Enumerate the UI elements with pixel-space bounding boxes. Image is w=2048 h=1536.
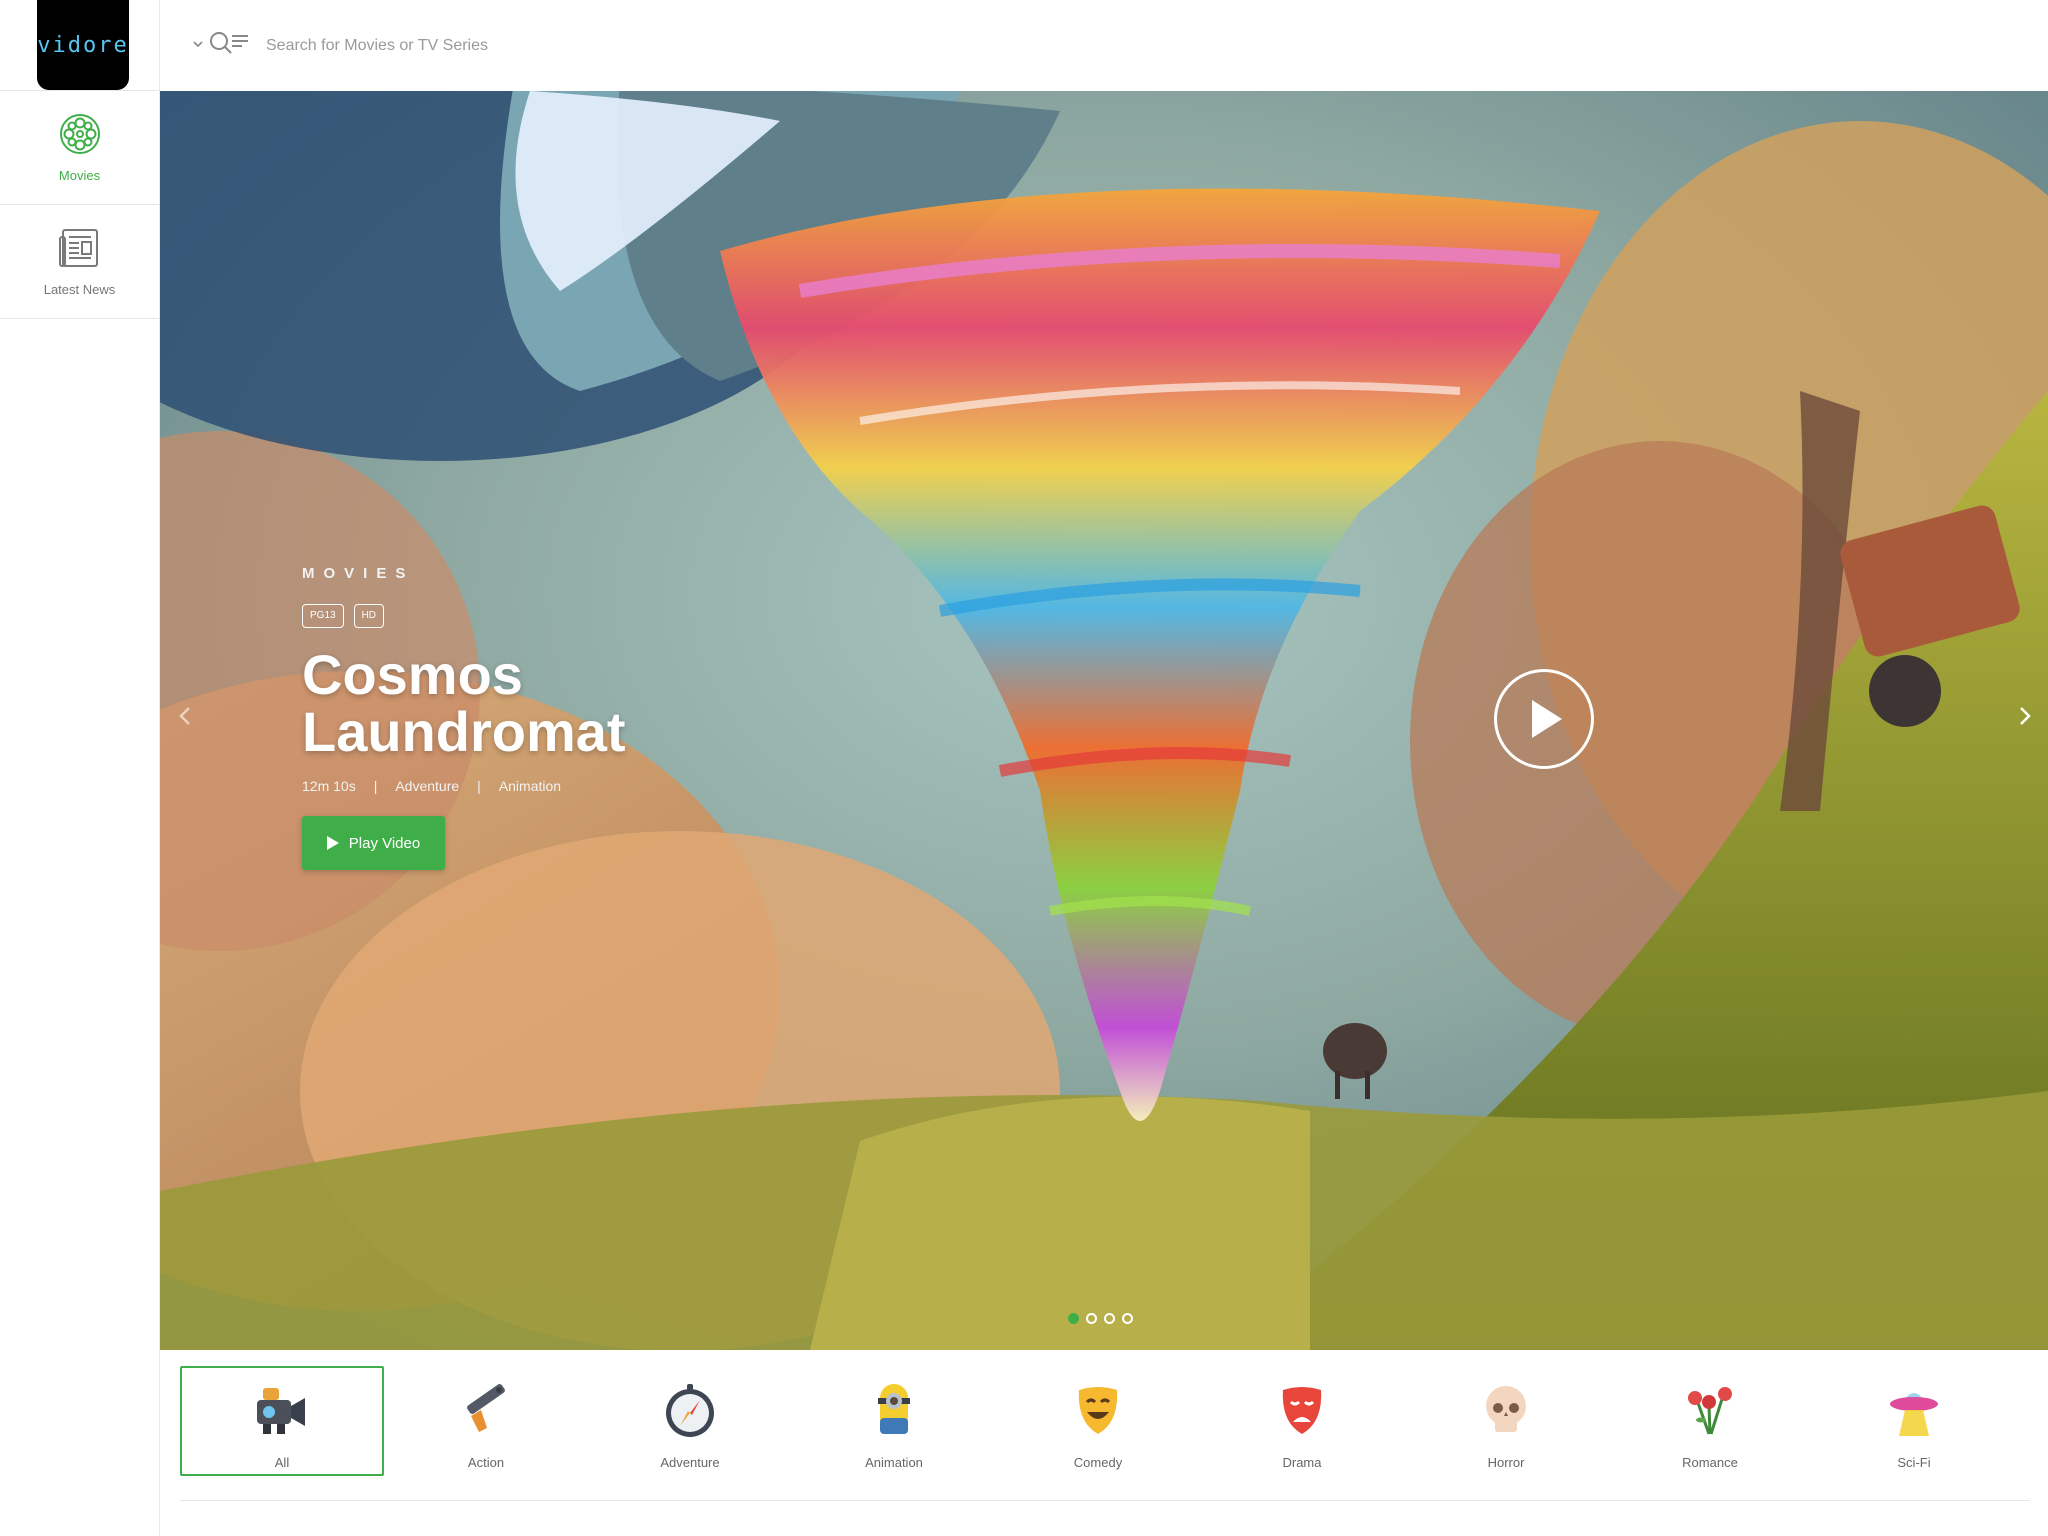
hero-meta: 12m 10s | Adventure | Animation [302,778,1002,794]
genre-filter-bar: All Action Adventure Animation Comedy Dr… [180,1366,2030,1484]
search-filter-dropdown[interactable] [192,30,252,61]
compass-icon [659,1380,721,1447]
roses-icon [1679,1380,1741,1447]
gun-icon [455,1380,517,1447]
hero-content: MOVIES PG13 HD Cosmos Laundromat 12m 10s… [302,565,1002,870]
next-slide-button[interactable] [2010,703,2040,733]
skull-icon [1475,1380,1537,1447]
top-bar [160,0,2048,91]
play-icon [1532,700,1562,738]
sidebar-item-movies[interactable]: Movies [0,91,159,205]
drama-mask-icon [1271,1380,1333,1447]
slide-dot[interactable] [1122,1313,1133,1324]
genre-sci-fi[interactable]: Sci-Fi [1812,1366,2016,1476]
genre-horror[interactable]: Horror [1404,1366,1608,1476]
sidebar-item-latest-news[interactable]: Latest News [0,205,159,319]
genre-label: Animation [865,1455,923,1470]
genre-label: Sci-Fi [1897,1455,1931,1470]
genre-tag[interactable]: Animation [499,778,561,794]
chevron-down-icon [192,37,204,55]
hero-badges: PG13 HD [302,604,1002,628]
center-play-button[interactable] [1494,669,1594,769]
slide-dot[interactable] [1086,1313,1097,1324]
genre-label: Adventure [660,1455,720,1470]
genre-all[interactable]: All [180,1366,384,1476]
minion-icon [863,1380,925,1447]
slide-dot[interactable] [1068,1313,1079,1324]
genre-romance[interactable]: Romance [1608,1366,1812,1476]
logo-container: vidore [0,0,159,91]
video-camera-icon [251,1380,313,1447]
search-input[interactable] [266,36,866,55]
slide-dot[interactable] [1104,1313,1115,1324]
genre-tag[interactable]: Adventure [395,778,459,794]
genre-label: Comedy [1073,1455,1123,1470]
sidebar-item-label: Latest News [43,281,116,297]
genre-adventure[interactable]: Adventure [588,1366,792,1476]
sidebar: vidore Movies Latest News [0,0,160,1536]
hero-banner: MOVIES PG13 HD Cosmos Laundromat 12m 10s… [160,91,2048,1350]
comedy-mask-icon [1067,1380,1129,1447]
genre-label: Romance [1682,1455,1738,1470]
search-filter-icon [208,30,252,61]
sidebar-item-label: Movies [58,167,101,183]
genre-drama[interactable]: Drama [1200,1366,1404,1476]
hero-category: MOVIES [302,565,415,582]
genre-label: All [274,1455,290,1470]
duration: 12m 10s [302,778,356,794]
genre-comedy[interactable]: Comedy [996,1366,1200,1476]
genre-label: Action [467,1455,505,1470]
meta-separator: | [373,778,378,794]
ufo-icon [1883,1380,1945,1447]
genre-label: Drama [1282,1455,1322,1470]
chevron-left-icon [178,706,192,731]
chevron-right-icon [2018,706,2032,731]
genre-action[interactable]: Action [384,1366,588,1476]
film-reel-icon [59,113,101,160]
play-video-label: Play Video [348,834,421,852]
rating-badge: PG13 [302,604,344,628]
genre-label: Horror [1487,1455,1525,1470]
meta-separator: | [477,778,481,794]
logo[interactable]: vidore [37,0,129,90]
newspaper-icon [58,227,101,274]
quality-badge: HD [353,604,385,628]
play-icon [326,836,339,850]
play-video-button[interactable]: Play Video [302,816,445,870]
prev-slide-button[interactable] [170,703,200,733]
genre-animation[interactable]: Animation [792,1366,996,1476]
hero-title: Cosmos Laundromat [302,643,626,763]
divider [180,1500,2030,1501]
slide-indicators [1068,1313,1133,1324]
